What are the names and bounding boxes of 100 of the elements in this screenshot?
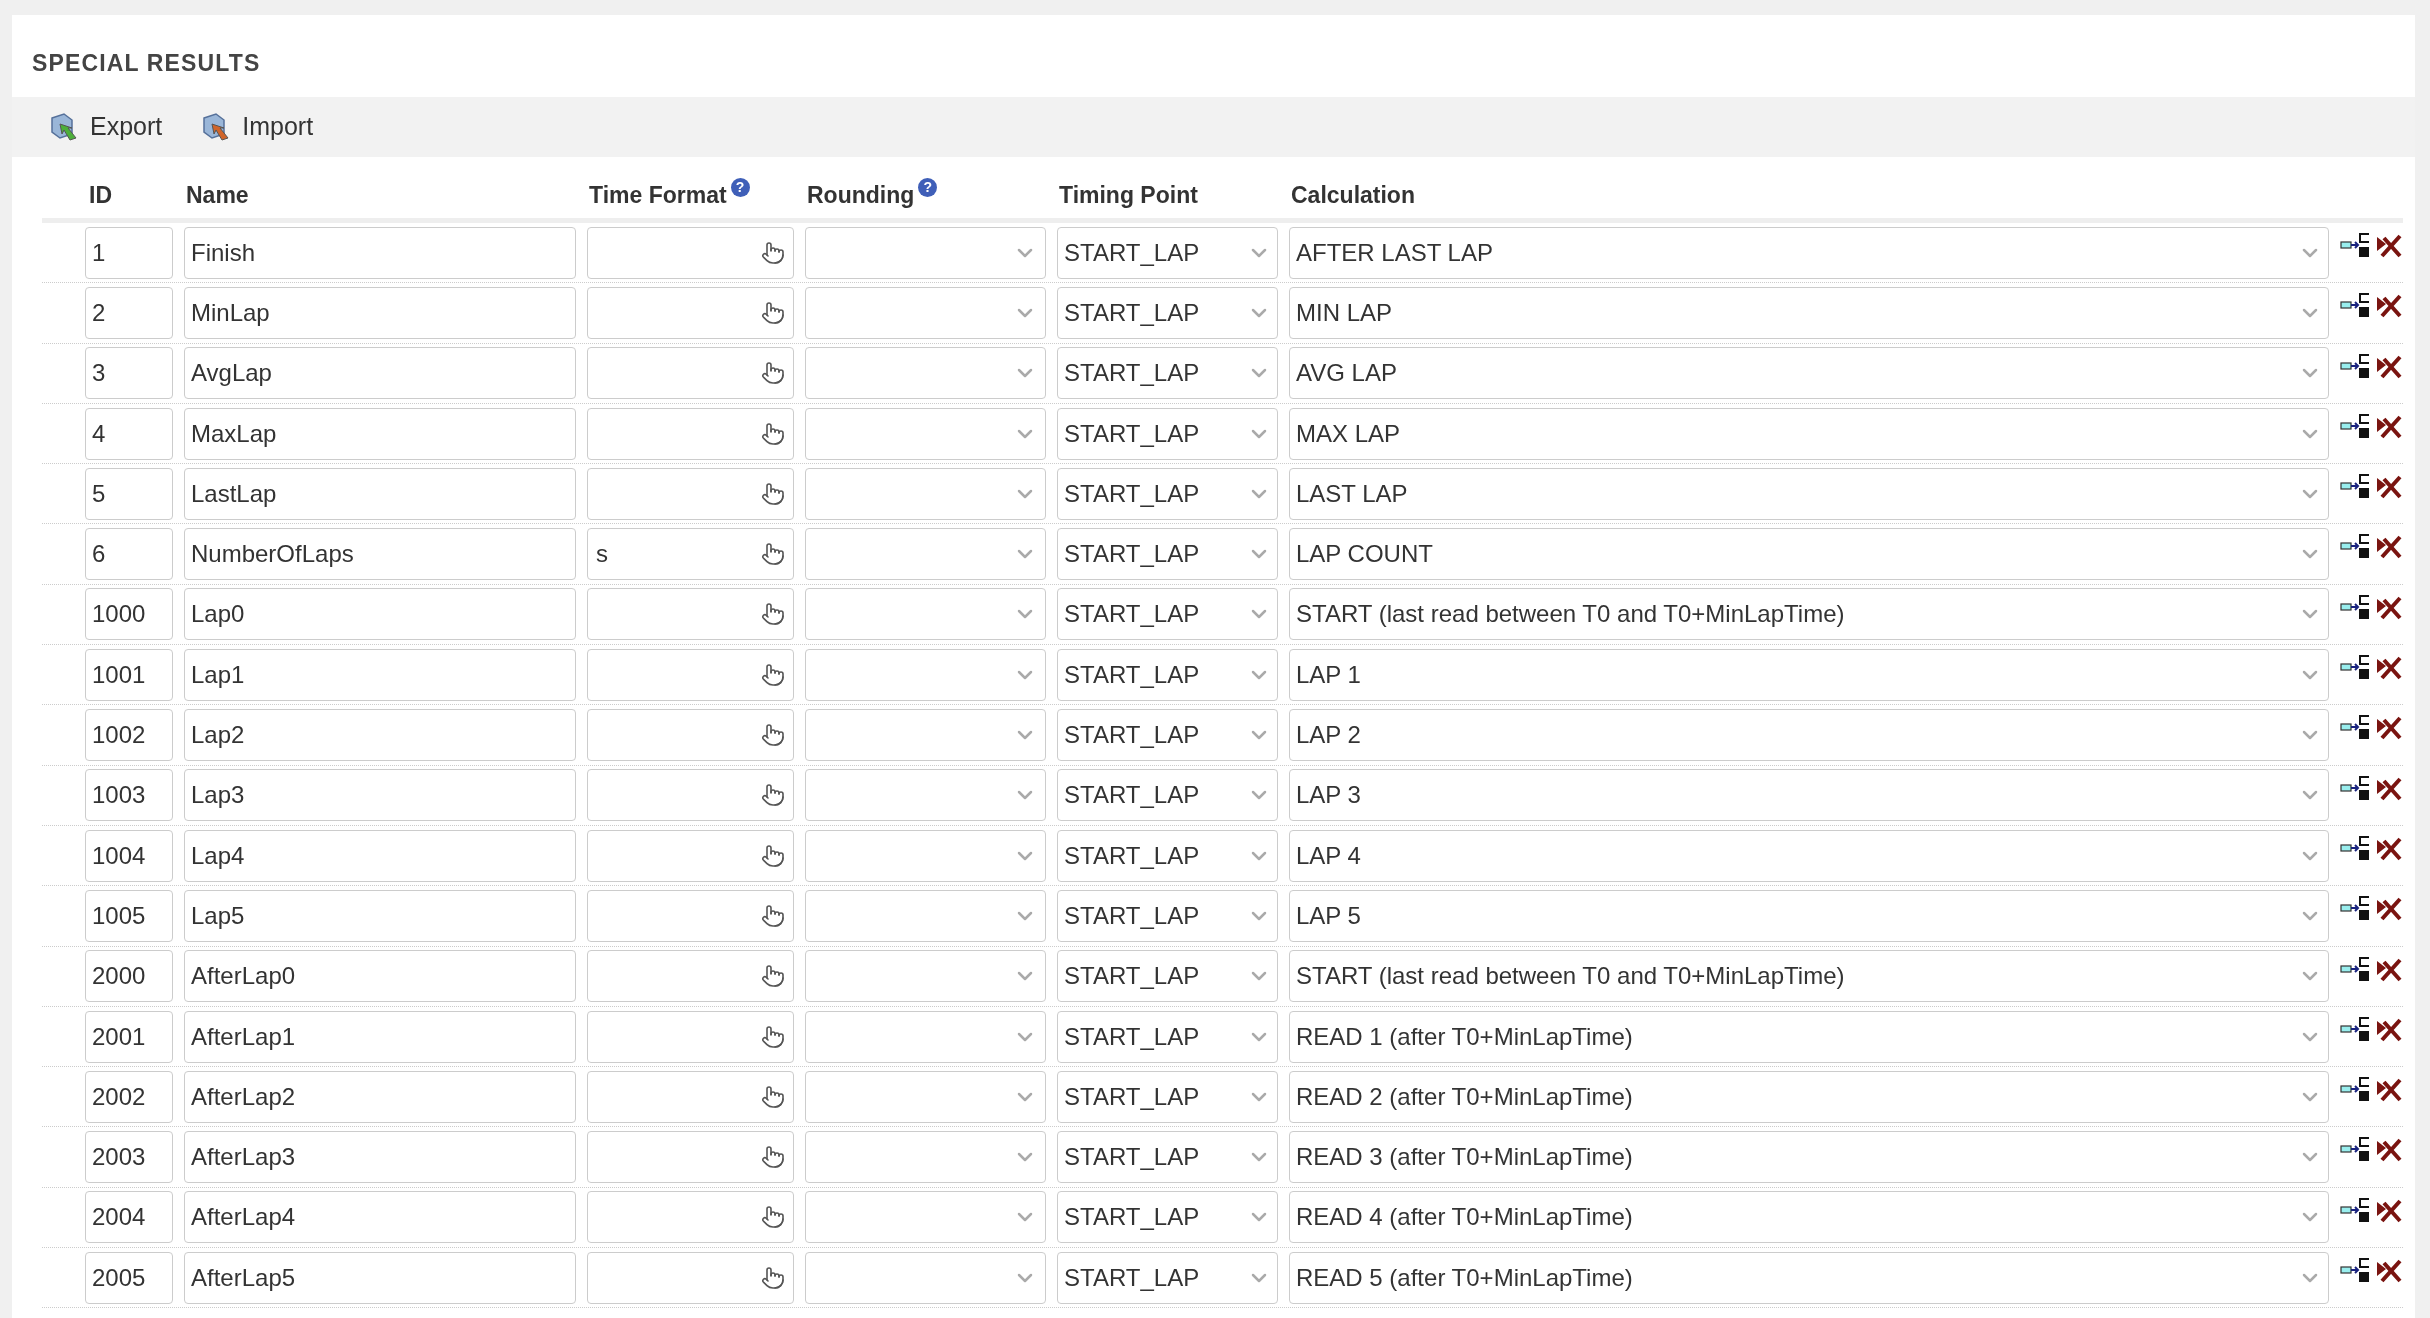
time-format-field[interactable] <box>587 889 794 942</box>
time-format-field[interactable] <box>587 286 794 339</box>
time-format-field[interactable] <box>587 1191 794 1244</box>
timing-point-select[interactable]: START_LAP <box>1057 648 1278 701</box>
calculation-select[interactable]: AFTER LAST LAP <box>1289 226 2329 279</box>
id-field[interactable]: 4 <box>85 407 173 460</box>
name-field[interactable]: Lap4 <box>184 829 576 882</box>
id-field[interactable]: 1005 <box>85 889 173 942</box>
insert-row-icon[interactable] <box>2340 956 2370 983</box>
calculation-select[interactable]: MIN LAP <box>1289 286 2329 339</box>
id-field[interactable]: 2001 <box>85 1010 173 1063</box>
id-field[interactable]: 1003 <box>85 769 173 822</box>
insert-row-icon[interactable] <box>2340 1258 2370 1285</box>
time-format-field[interactable] <box>587 226 794 279</box>
delete-row-icon[interactable] <box>2376 836 2402 861</box>
time-format-field[interactable] <box>587 648 794 701</box>
time-format-field[interactable] <box>587 769 794 822</box>
name-field[interactable]: AfterLap3 <box>184 1131 576 1184</box>
timing-point-select[interactable]: START_LAP <box>1057 709 1278 761</box>
id-field[interactable]: 1004 <box>85 829 173 882</box>
time-format-field[interactable] <box>587 709 794 761</box>
id-field[interactable]: 1001 <box>85 648 173 701</box>
delete-row-icon[interactable] <box>2376 716 2402 741</box>
delete-row-icon[interactable] <box>2376 414 2402 439</box>
insert-row-icon[interactable] <box>2340 896 2370 923</box>
name-field[interactable]: Lap5 <box>184 889 576 942</box>
timing-point-select[interactable]: START_LAP <box>1057 588 1278 641</box>
calculation-select[interactable]: LAP 1 <box>1289 648 2329 701</box>
time-format-field[interactable] <box>587 950 794 1003</box>
delete-row-icon[interactable] <box>2376 656 2402 681</box>
time-format-field[interactable] <box>587 1251 794 1304</box>
name-field[interactable]: AfterLap0 <box>184 950 576 1003</box>
insert-row-icon[interactable] <box>2340 474 2370 501</box>
id-field[interactable]: 2 <box>85 286 173 339</box>
name-field[interactable]: MinLap <box>184 286 576 339</box>
import-button[interactable]: Import <box>200 108 314 146</box>
calculation-select[interactable]: READ 5 (after T0+MinLapTime) <box>1289 1251 2329 1304</box>
insert-row-icon[interactable] <box>2340 1077 2370 1104</box>
delete-row-icon[interactable] <box>2376 595 2402 620</box>
insert-row-icon[interactable] <box>2340 1137 2370 1164</box>
id-field[interactable]: 2005 <box>85 1251 173 1304</box>
name-field[interactable]: AfterLap1 <box>184 1010 576 1063</box>
calculation-select[interactable]: LAP 5 <box>1289 889 2329 942</box>
time-format-field[interactable] <box>587 467 794 520</box>
calculation-select[interactable]: LAST LAP <box>1289 467 2329 520</box>
timing-point-select[interactable]: START_LAP <box>1057 286 1278 339</box>
name-field[interactable]: Lap2 <box>184 709 576 761</box>
timing-point-select[interactable]: START_LAP <box>1057 769 1278 822</box>
delete-row-icon[interactable] <box>2376 957 2402 982</box>
id-field[interactable]: 2004 <box>85 1191 173 1244</box>
name-field[interactable]: NumberOfLaps <box>184 528 576 581</box>
insert-row-icon[interactable] <box>2340 1016 2370 1043</box>
insert-row-icon[interactable] <box>2340 534 2370 561</box>
insert-row-icon[interactable] <box>2340 413 2370 440</box>
help-icon[interactable]: ? <box>730 177 750 197</box>
calculation-select[interactable]: START (last read between T0 and T0+MinLapTime) <box>1289 950 2329 1003</box>
help-icon[interactable]: ? <box>918 177 938 197</box>
id-field[interactable]: 1002 <box>85 709 173 761</box>
insert-row-icon[interactable] <box>2340 353 2370 380</box>
time-format-field[interactable] <box>587 1131 794 1184</box>
timing-point-select[interactable]: START_LAP <box>1057 950 1278 1003</box>
timing-point-select[interactable]: START_LAP <box>1057 347 1278 400</box>
timing-point-select[interactable]: START_LAP <box>1057 407 1278 460</box>
name-field[interactable]: LastLap <box>184 467 576 520</box>
time-format-field[interactable] <box>587 588 794 641</box>
timing-point-select[interactable]: START_LAP <box>1057 1131 1278 1184</box>
insert-row-icon[interactable] <box>2340 715 2370 742</box>
time-format-field[interactable] <box>587 829 794 882</box>
timing-point-select[interactable]: START_LAP <box>1057 889 1278 942</box>
insert-row-icon[interactable] <box>2340 293 2370 320</box>
timing-point-select[interactable]: START_LAP <box>1057 1010 1278 1063</box>
name-field[interactable]: AvgLap <box>184 347 576 400</box>
name-field[interactable]: Lap3 <box>184 769 576 822</box>
name-field[interactable]: MaxLap <box>184 407 576 460</box>
id-field[interactable]: 2000 <box>85 950 173 1003</box>
timing-point-select[interactable]: START_LAP <box>1057 829 1278 882</box>
delete-row-icon[interactable] <box>2376 475 2402 500</box>
insert-row-icon[interactable] <box>2340 233 2370 259</box>
delete-row-icon[interactable] <box>2376 1259 2402 1284</box>
id-field[interactable]: 1000 <box>85 588 173 641</box>
timing-point-select[interactable]: START_LAP <box>1057 226 1278 279</box>
time-format-field[interactable] <box>587 1070 794 1123</box>
time-format-field[interactable]: s <box>587 528 794 581</box>
name-field[interactable]: Finish <box>184 226 576 279</box>
calculation-select[interactable]: READ 4 (after T0+MinLapTime) <box>1289 1191 2329 1244</box>
name-field[interactable]: AfterLap2 <box>184 1070 576 1123</box>
insert-row-icon[interactable] <box>2340 594 2370 621</box>
delete-row-icon[interactable] <box>2376 1138 2402 1163</box>
calculation-select[interactable]: READ 2 (after T0+MinLapTime) <box>1289 1070 2329 1123</box>
insert-row-icon[interactable] <box>2340 1197 2370 1224</box>
calculation-select[interactable]: READ 1 (after T0+MinLapTime) <box>1289 1010 2329 1063</box>
id-field[interactable]: 2002 <box>85 1070 173 1123</box>
delete-row-icon[interactable] <box>2376 1017 2402 1042</box>
delete-row-icon[interactable] <box>2376 354 2402 379</box>
calculation-select[interactable]: AVG LAP <box>1289 347 2329 400</box>
delete-row-icon[interactable] <box>2376 234 2402 258</box>
timing-point-select[interactable]: START_LAP <box>1057 1191 1278 1244</box>
calculation-select[interactable]: LAP 2 <box>1289 709 2329 761</box>
insert-row-icon[interactable] <box>2340 775 2370 802</box>
insert-row-icon[interactable] <box>2340 835 2370 862</box>
